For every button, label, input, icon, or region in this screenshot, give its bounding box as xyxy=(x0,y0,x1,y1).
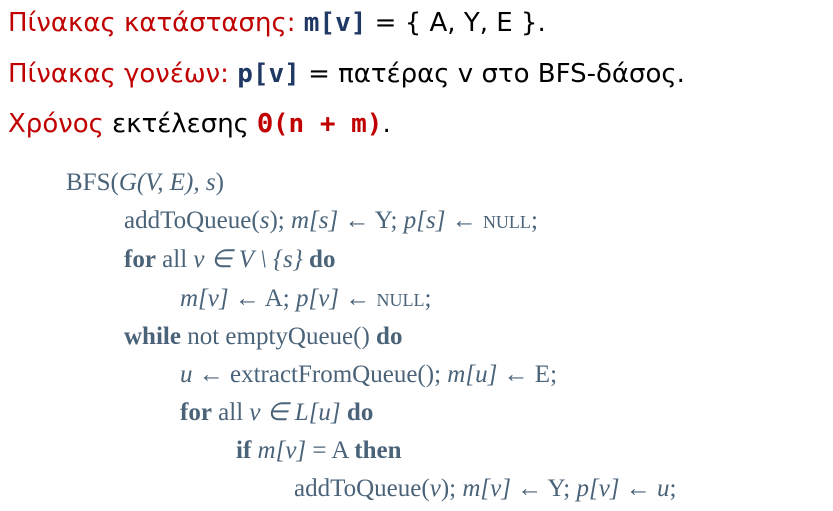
algo-text: ; xyxy=(669,475,677,502)
runtime-line: Χρόνος εκτέλεσης Θ(n + m). xyxy=(8,107,391,141)
algo-text: ← E; xyxy=(497,361,558,388)
algo-text: ← Y; xyxy=(510,475,577,502)
algo-line-1: BFS(G(V, E), s) xyxy=(66,168,224,198)
parent-array-code: p[v] xyxy=(237,59,300,89)
algo-keyword: do xyxy=(340,399,374,426)
parent-array-label: Πίνακας γονέων: xyxy=(8,59,229,89)
algo-keyword: then xyxy=(354,437,402,464)
algo-line-6: u ← extractFromQueue(); m[u] ← E; xyxy=(180,360,557,390)
algo-text: addToQueue( xyxy=(124,207,260,234)
algo-text: ← Y; xyxy=(338,207,404,234)
algo-text: ← xyxy=(339,285,377,312)
algo-line-2: addToQueue(s); m[s] ← Y; p[s] ← null; xyxy=(124,206,538,236)
algo-text: ; xyxy=(424,285,432,312)
algo-var: v ∈ L[u] xyxy=(249,399,341,426)
algo-fn-name: BFS( xyxy=(66,169,119,196)
algo-line-9: addToQueue(v); m[v] ← Y; p[v] ← u; xyxy=(294,474,677,504)
algo-text: not emptyQueue() xyxy=(180,323,377,350)
algo-var: v ∈ V \ {s} xyxy=(193,246,303,273)
algo-text: all xyxy=(211,399,250,426)
algo-var: u xyxy=(657,475,670,502)
algo-var: p[v] xyxy=(295,285,340,312)
algo-fn-args: G(V, E), s xyxy=(118,169,216,196)
algo-fn-close: ) xyxy=(215,169,224,196)
algo-var: m[v] xyxy=(462,475,511,502)
algo-text: ← xyxy=(619,475,658,502)
algo-keyword: while xyxy=(124,323,181,350)
algo-var: p[s] xyxy=(403,207,446,234)
parent-array-desc: = πατέρας v στο BFS-δάσος. xyxy=(299,59,685,89)
algo-null: null xyxy=(482,207,531,234)
runtime-complexity: Θ(n + m) xyxy=(257,109,383,139)
algo-var: u xyxy=(180,361,193,388)
algo-text: ← xyxy=(445,207,483,234)
algo-text: all xyxy=(155,246,194,273)
algo-text: ← extractFromQueue(); xyxy=(192,361,448,388)
algo-line-7: for all v ∈ L[u] do xyxy=(180,398,373,428)
algo-line-4: m[v] ← A; p[v] ← null; xyxy=(180,284,432,314)
algo-keyword: for xyxy=(124,246,156,273)
parent-array-line: Πίνακας γονέων: p[v] = πατέρας v στο BFS… xyxy=(8,57,685,91)
algo-var: m[s] xyxy=(290,207,339,234)
algo-line-3: for all v ∈ V \ {s} do xyxy=(124,245,335,275)
algo-text: ); xyxy=(440,475,463,502)
algo-keyword: do xyxy=(376,323,403,350)
state-array-code: m[v] xyxy=(303,8,367,38)
runtime-label-rest: εκτέλεσης xyxy=(103,109,258,139)
algo-var: m[v] xyxy=(251,437,307,464)
algo-var: p[v] xyxy=(576,475,620,502)
algo-var: m[u] xyxy=(447,361,498,388)
runtime-period: . xyxy=(382,109,391,139)
algo-text: ); xyxy=(269,207,291,234)
algo-text: addToQueue( xyxy=(294,475,430,502)
algo-text: ← A; xyxy=(228,285,296,312)
state-array-label: Πίνακας κατάστασης: xyxy=(8,8,296,38)
algo-null: null xyxy=(376,285,425,312)
algo-var: s xyxy=(259,207,270,234)
algo-line-8: if m[v] = A then xyxy=(236,436,402,466)
algo-var: m[v] xyxy=(180,285,229,312)
algo-keyword: do xyxy=(302,246,336,273)
state-array-values: = { A, Y, E }. xyxy=(366,8,546,38)
algo-line-5: while not emptyQueue() do xyxy=(124,322,402,352)
state-array-line: Πίνακας κατάστασης: m[v] = { A, Y, E }. xyxy=(8,6,546,40)
algo-keyword: for xyxy=(180,399,212,426)
algo-text: = A xyxy=(306,437,355,464)
algo-text: ; xyxy=(530,207,538,234)
algo-keyword: if xyxy=(236,437,252,464)
algo-var: v xyxy=(429,475,441,502)
runtime-label: Χρόνος xyxy=(8,109,104,139)
